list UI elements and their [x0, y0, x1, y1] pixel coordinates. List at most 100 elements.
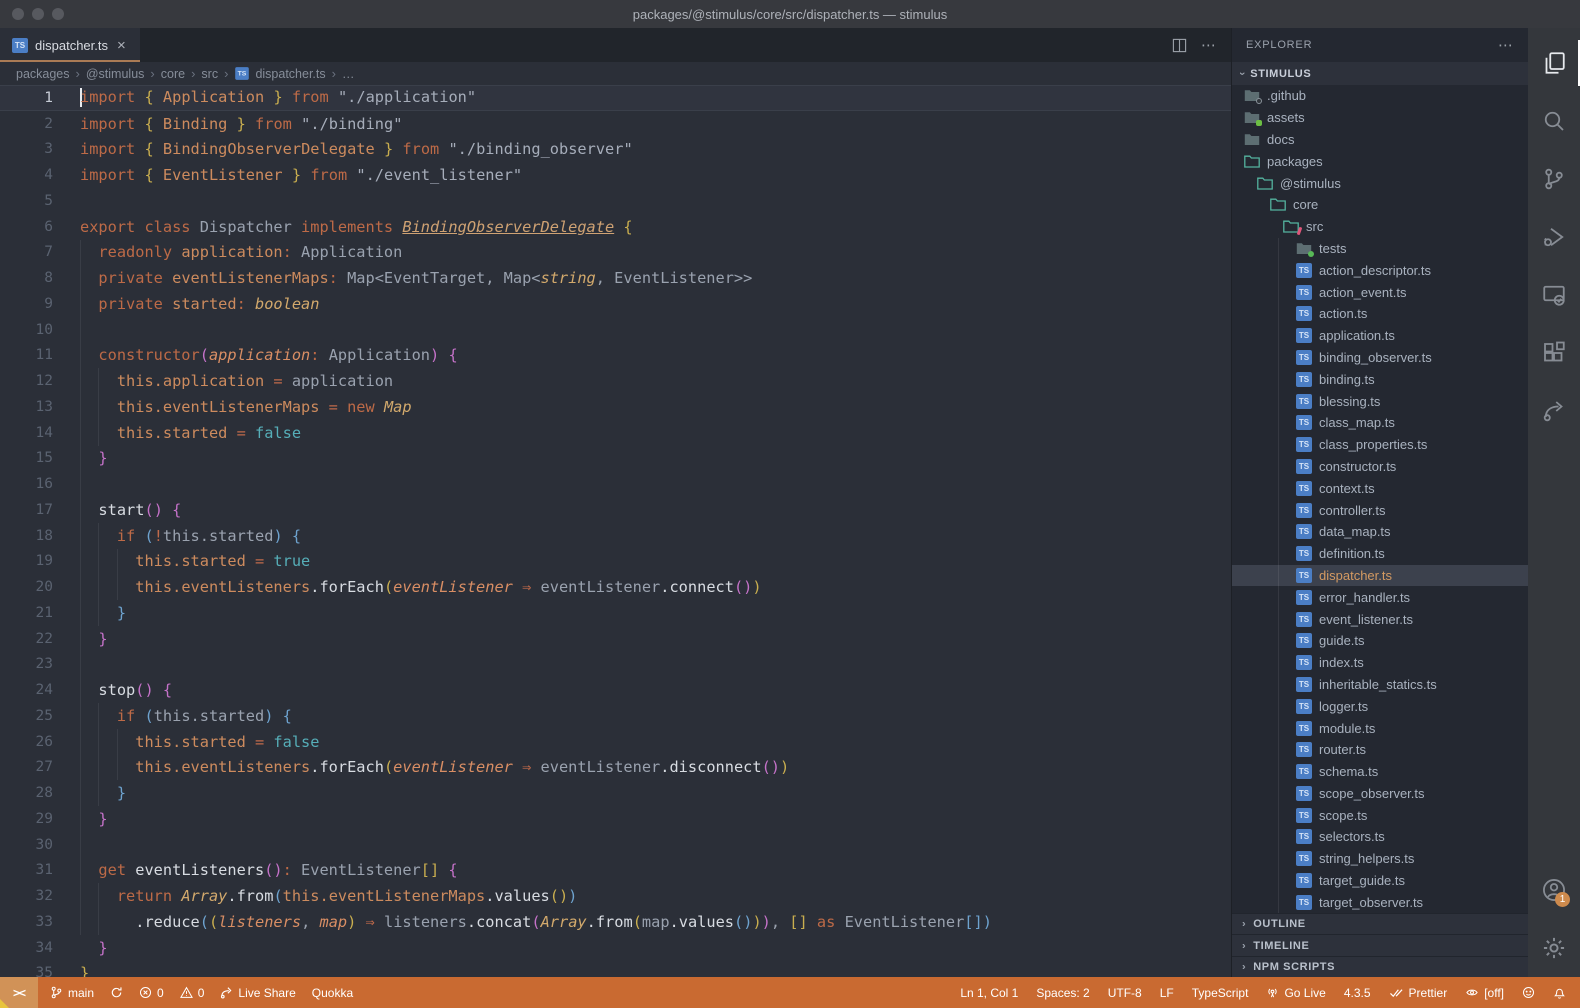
code-line[interactable]: 19 this.started = true — [0, 549, 1231, 575]
code-line[interactable]: 1import { Application } from "./applicat… — [0, 85, 1231, 111]
tree-item-logger-ts[interactable]: TSlogger.ts — [1232, 695, 1528, 717]
tree-item-assets[interactable]: assets — [1232, 107, 1528, 129]
tree-item-binding-observer-ts[interactable]: TSbinding_observer.ts — [1232, 347, 1528, 369]
breadcrumb-item[interactable]: … — [342, 67, 355, 81]
tree-item-scope-observer-ts[interactable]: TSscope_observer.ts — [1232, 783, 1528, 805]
activity-explorer-icon[interactable] — [1528, 34, 1580, 92]
tree-item-context-ts[interactable]: TScontext.ts — [1232, 477, 1528, 499]
tree-item-inheritable-statics-ts[interactable]: TSinheritable_statics.ts — [1232, 674, 1528, 696]
code-line[interactable]: 23 — [0, 652, 1231, 678]
tab-close-icon[interactable]: × — [117, 37, 126, 54]
code-line[interactable]: 21 } — [0, 600, 1231, 626]
tree-item-dispatcher-ts[interactable]: TSdispatcher.ts — [1232, 565, 1528, 587]
tab-dispatcher[interactable]: TS dispatcher.ts × — [0, 28, 140, 62]
tree-item-scope-ts[interactable]: TSscope.ts — [1232, 804, 1528, 826]
tree-item-router-ts[interactable]: TSrouter.ts — [1232, 739, 1528, 761]
code-line[interactable]: 29 } — [0, 806, 1231, 832]
code-line[interactable]: 14 this.started = false — [0, 420, 1231, 446]
code-line[interactable]: 11 constructor(application: Application)… — [0, 343, 1231, 369]
tree-item-class-map-ts[interactable]: TSclass_map.ts — [1232, 412, 1528, 434]
tree-item--stimulus[interactable]: @stimulus — [1232, 172, 1528, 194]
code-line[interactable]: 6export class Dispatcher implements Bind… — [0, 214, 1231, 240]
tree-item-schema-ts[interactable]: TSschema.ts — [1232, 761, 1528, 783]
status-item-ln-1-col-1[interactable]: Ln 1, Col 1 — [960, 986, 1018, 1000]
tree-item-tests[interactable]: tests — [1232, 238, 1528, 260]
status-item-4-3-5[interactable]: 4.3.5 — [1344, 986, 1371, 1000]
code-line[interactable]: 27 this.eventListeners.forEach(eventList… — [0, 755, 1231, 781]
breadcrumb-item[interactable]: packages — [16, 67, 70, 81]
breadcrumb-item[interactable]: core — [161, 67, 185, 81]
breadcrumb-item[interactable]: @stimulus — [86, 67, 145, 81]
activity-remote-explorer-icon[interactable] — [1528, 266, 1580, 324]
tree-item-module-ts[interactable]: TSmodule.ts — [1232, 717, 1528, 739]
status-item-live-share[interactable]: Live Share — [220, 986, 295, 1000]
code-line[interactable]: 25 if (this.started) { — [0, 703, 1231, 729]
tree-item-target-observer-ts[interactable]: TStarget_observer.ts — [1232, 891, 1528, 913]
panel-outline[interactable]: ›OUTLINE — [1232, 913, 1528, 934]
tree-item--github[interactable]: .github — [1232, 85, 1528, 107]
status-item-go-live[interactable]: Go Live — [1266, 986, 1325, 1000]
editor-actions-more-icon[interactable]: ⋯ — [1201, 36, 1217, 54]
tree-item-src[interactable]: src — [1232, 216, 1528, 238]
tree-item-target-guide-ts[interactable]: TStarget_guide.ts — [1232, 870, 1528, 892]
status-item-0[interactable]: 0 — [180, 986, 205, 1000]
activity-run-debug-icon[interactable] — [1528, 208, 1580, 266]
code-line[interactable]: 13 this.eventListenerMaps = new Map — [0, 394, 1231, 420]
tree-item-blessing-ts[interactable]: TSblessing.ts — [1232, 390, 1528, 412]
code-line[interactable]: 16 — [0, 471, 1231, 497]
tree-item-action-ts[interactable]: TSaction.ts — [1232, 303, 1528, 325]
code-line[interactable]: 22 } — [0, 626, 1231, 652]
tree-item-definition-ts[interactable]: TSdefinition.ts — [1232, 543, 1528, 565]
code-line[interactable]: 15 } — [0, 446, 1231, 472]
tree-item-docs[interactable]: docs — [1232, 129, 1528, 151]
code-line[interactable]: 5 — [0, 188, 1231, 214]
activity-extensions-icon[interactable] — [1528, 324, 1580, 382]
code-line[interactable]: 12 this.application = application — [0, 368, 1231, 394]
code-line[interactable]: 31 get eventListeners(): EventListener[]… — [0, 858, 1231, 884]
activity-live-share-icon[interactable] — [1528, 382, 1580, 440]
tree-item-class-properties-ts[interactable]: TSclass_properties.ts — [1232, 434, 1528, 456]
code-line[interactable]: 30 — [0, 832, 1231, 858]
status-item--off-[interactable]: [off] — [1465, 986, 1504, 1000]
tree-item-guide-ts[interactable]: TSguide.ts — [1232, 630, 1528, 652]
code-editor[interactable]: 1import { Application } from "./applicat… — [0, 85, 1231, 977]
status-item-feedback[interactable] — [1522, 986, 1535, 999]
tree-item-error-handler-ts[interactable]: TSerror_handler.ts — [1232, 586, 1528, 608]
code-line[interactable]: 26 this.started = false — [0, 729, 1231, 755]
status-item-main[interactable]: main — [50, 986, 94, 1000]
zoom-window-button[interactable] — [52, 8, 64, 20]
tree-item-constructor-ts[interactable]: TSconstructor.ts — [1232, 456, 1528, 478]
activity-search-icon[interactable] — [1528, 92, 1580, 150]
split-editor-icon[interactable] — [1172, 38, 1187, 53]
code-line[interactable]: 33 .reduce((listeners, map) ⇒ listeners.… — [0, 909, 1231, 935]
tree-item-data-map-ts[interactable]: TSdata_map.ts — [1232, 521, 1528, 543]
tree-item-action-event-ts[interactable]: TSaction_event.ts — [1232, 281, 1528, 303]
tree-item-core[interactable]: core — [1232, 194, 1528, 216]
panel-npm-scripts[interactable]: ›NPM SCRIPTS — [1232, 956, 1528, 977]
panel-timeline[interactable]: ›TIMELINE — [1232, 934, 1528, 955]
tree-item-selectors-ts[interactable]: TSselectors.ts — [1232, 826, 1528, 848]
status-item-prettier[interactable]: Prettier — [1389, 986, 1448, 1000]
code-line[interactable]: 32 return Array.from(this.eventListenerM… — [0, 883, 1231, 909]
code-line[interactable]: 28 } — [0, 780, 1231, 806]
tree-item-index-ts[interactable]: TSindex.ts — [1232, 652, 1528, 674]
tree-item-event-listener-ts[interactable]: TSevent_listener.ts — [1232, 608, 1528, 630]
status-item-spaces-2[interactable]: Spaces: 2 — [1036, 986, 1089, 1000]
code-line[interactable]: 7 readonly application: Application — [0, 240, 1231, 266]
section-stimulus[interactable]: › STIMULUS — [1232, 62, 1528, 85]
breadcrumb-item[interactable]: TSdispatcher.ts — [234, 66, 325, 81]
activity-source-control-icon[interactable] — [1528, 150, 1580, 208]
tree-item-binding-ts[interactable]: TSbinding.ts — [1232, 368, 1528, 390]
status-item-0[interactable]: 0 — [139, 986, 164, 1000]
account-icon[interactable]: 1 — [1528, 861, 1580, 919]
status-item-sync[interactable] — [110, 986, 123, 999]
code-line[interactable]: 10 — [0, 317, 1231, 343]
code-line[interactable]: 24 stop() { — [0, 677, 1231, 703]
code-line[interactable]: 34 } — [0, 935, 1231, 961]
status-item-lf[interactable]: LF — [1160, 986, 1174, 1000]
code-line[interactable]: 3import { BindingObserverDelegate } from… — [0, 137, 1231, 163]
tree-item-string-helpers-ts[interactable]: TSstring_helpers.ts — [1232, 848, 1528, 870]
code-line[interactable]: 2import { Binding } from "./binding" — [0, 111, 1231, 137]
explorer-more-icon[interactable]: ⋯ — [1498, 36, 1514, 54]
tree-item-packages[interactable]: packages — [1232, 150, 1528, 172]
